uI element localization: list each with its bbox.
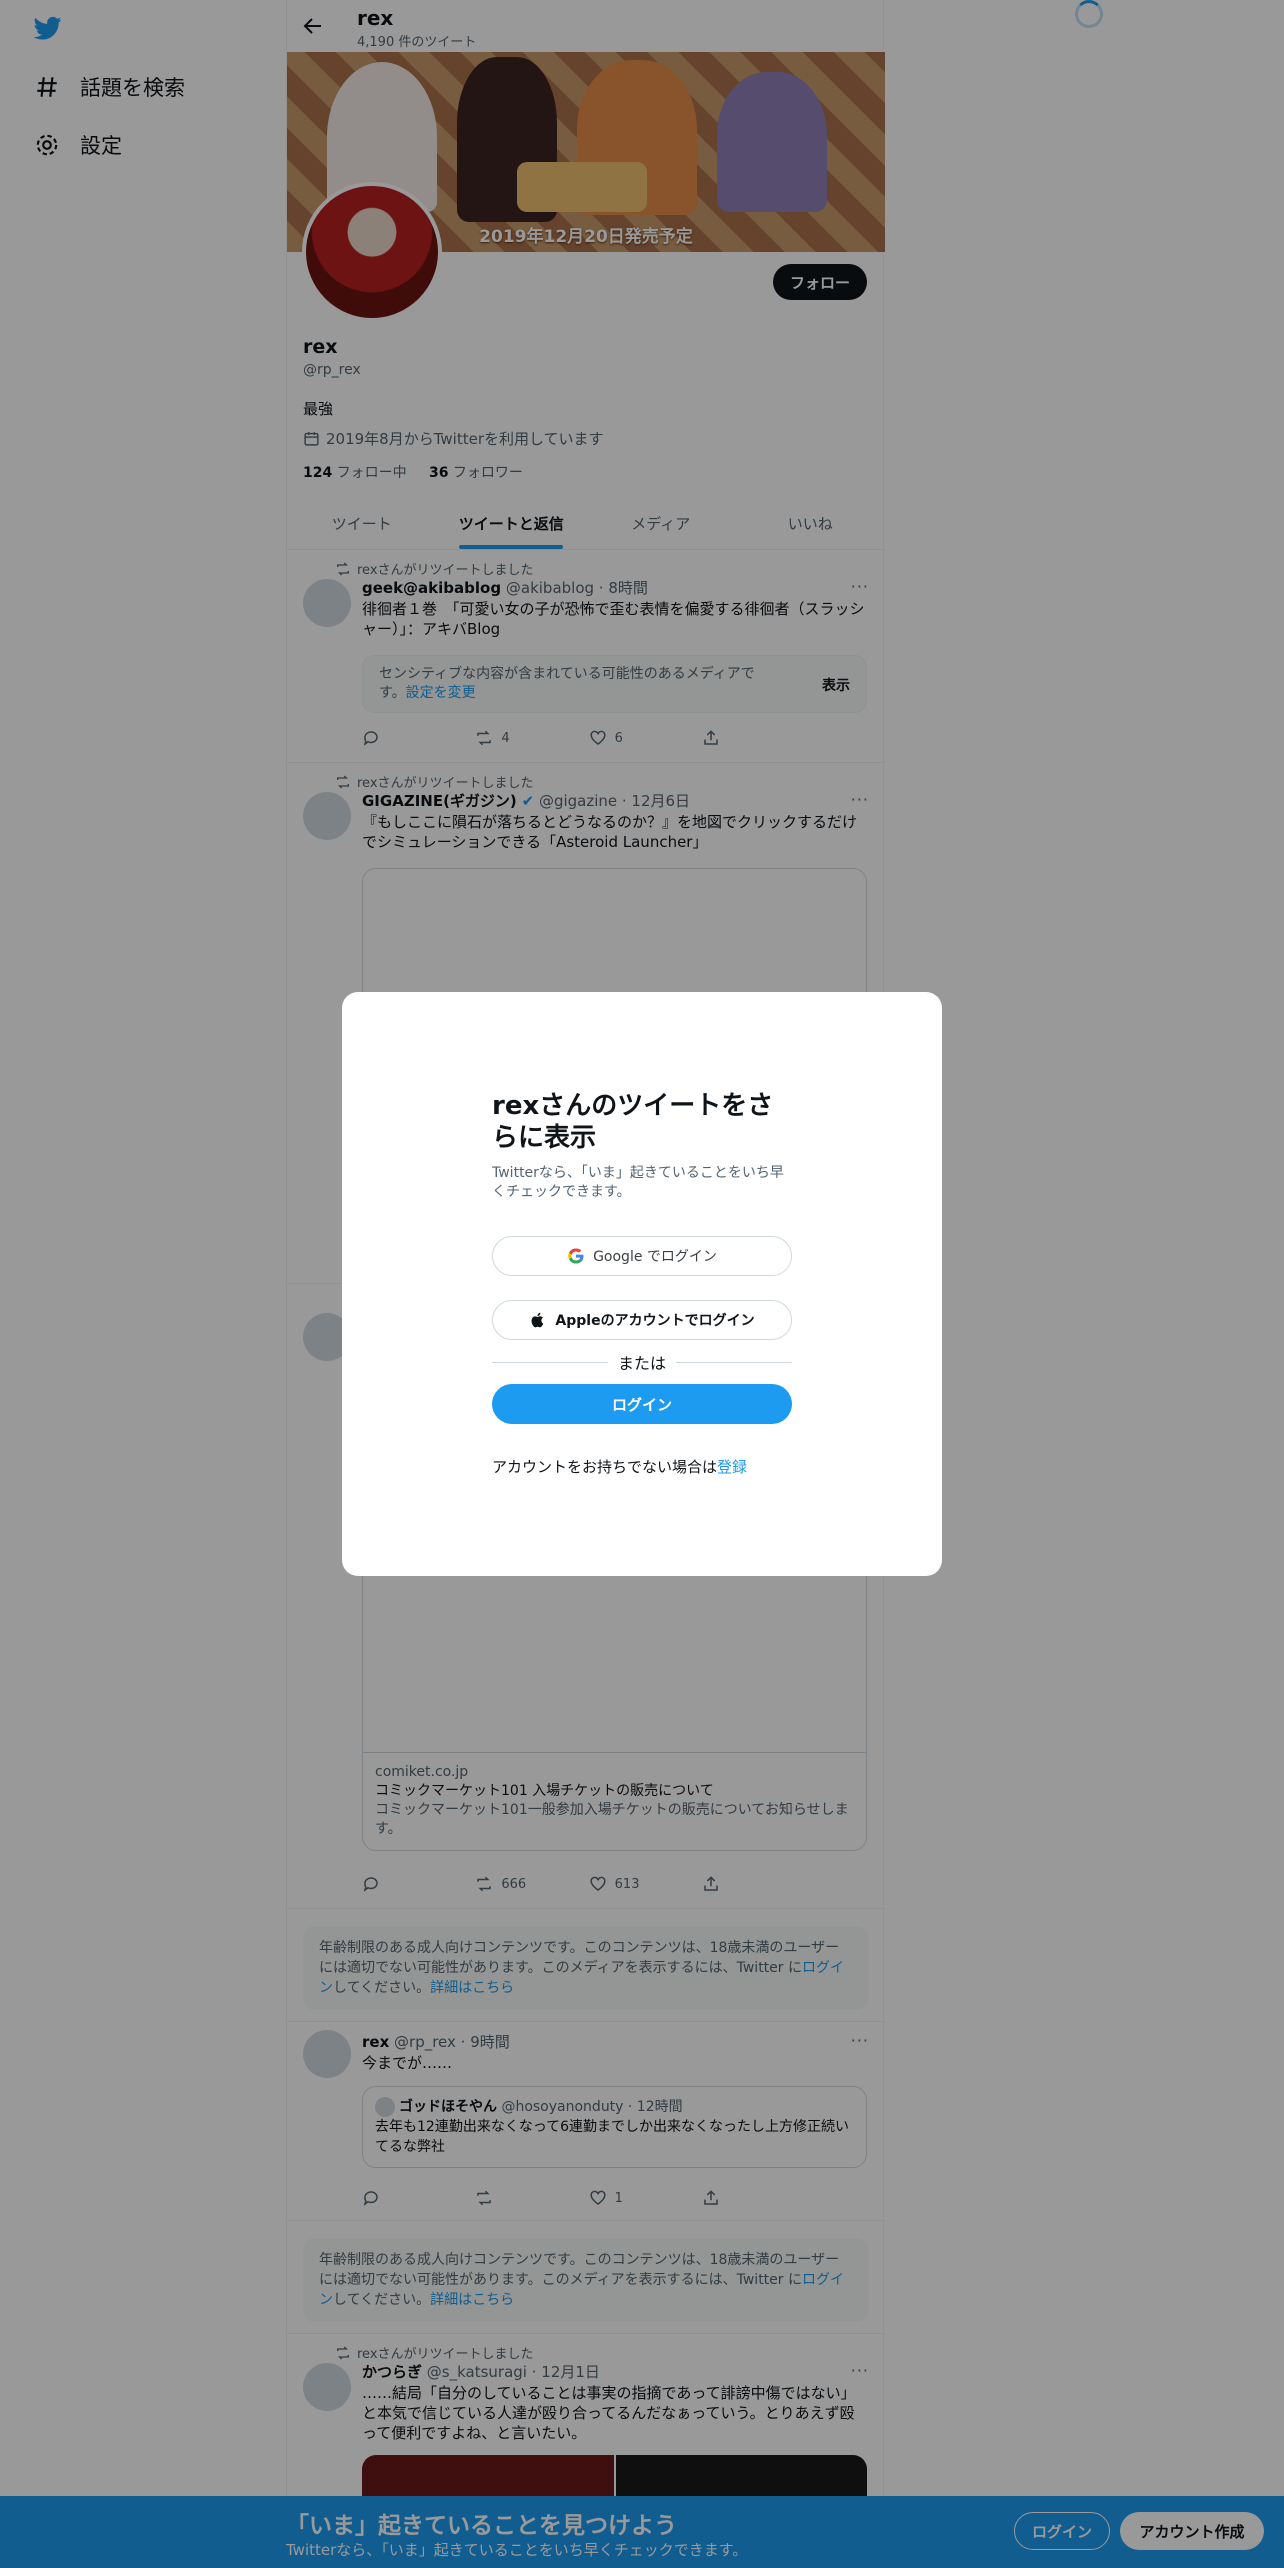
google-login-button[interactable]: Google でログイン <box>492 1236 792 1276</box>
signup-bottom-bar: 「いま」起きていることを見つけよう Twitterなら、「いま」起きていることを… <box>0 2496 1284 2568</box>
apple-icon <box>531 1312 544 1328</box>
login-button[interactable]: ログイン <box>492 1384 792 1424</box>
modal-subtitle: Twitterなら、「いま」起きていることをいち早くチェックできます。 <box>492 1165 784 1200</box>
google-login-label: Google でログイン <box>593 1249 717 1265</box>
or-label: または <box>618 1354 667 1373</box>
modal-title: rexさんのツイートをさらに表示 <box>492 1091 774 1153</box>
signup-link[interactable]: 登録 <box>717 1458 747 1476</box>
bottom-bar-dim <box>0 2496 1284 2568</box>
apple-login-button[interactable]: Appleのアカウントでログイン <box>492 1300 792 1340</box>
or-divider: または <box>492 1350 793 1374</box>
login-prompt-modal: rexさんのツイートをさらに表示 Twitterなら、「いま」起きていることをい… <box>342 992 942 1576</box>
google-icon <box>568 1248 584 1264</box>
apple-login-label: Appleのアカウントでログイン <box>555 1313 755 1329</box>
signup-prompt: アカウントをお持ちでない場合は登録 <box>492 1458 748 1476</box>
